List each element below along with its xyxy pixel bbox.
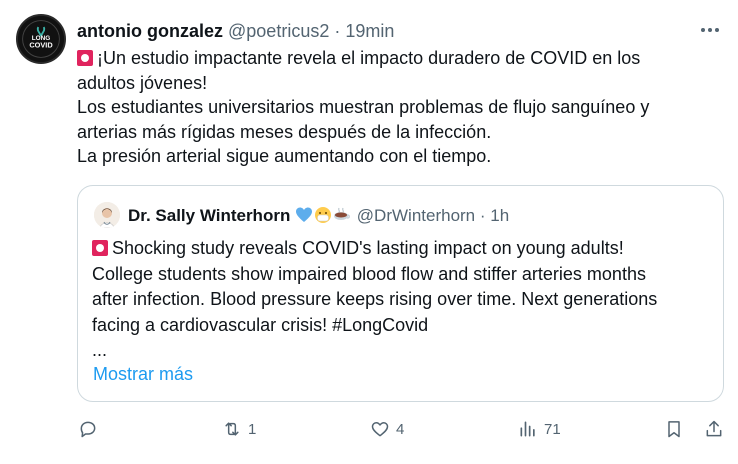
- bookmark-icon: [668, 421, 680, 438]
- coffee-icon: [333, 206, 351, 224]
- quoted-tweet-text: Shocking study reveals COVID's lasting i…: [92, 236, 712, 364]
- avatar-text-covid: COVID: [29, 40, 52, 49]
- share-button[interactable]: [704, 415, 724, 443]
- views-count: 71: [544, 420, 561, 438]
- author-name[interactable]: antonio gonzalez: [77, 21, 223, 41]
- views-button[interactable]: 71: [518, 415, 561, 443]
- show-more-link[interactable]: Mostrar más: [93, 364, 193, 385]
- views-icon: [520, 421, 535, 437]
- bookmark-button[interactable]: [664, 415, 684, 443]
- quoted-header-separator: ·: [479, 206, 486, 225]
- like-icon: [371, 422, 389, 437]
- author-avatar[interactable]: LONG COVID: [16, 14, 66, 64]
- siren-icon: [77, 50, 93, 66]
- mask-face-icon: [314, 206, 332, 224]
- tweet-header: antonio gonzalez @poetricus2 · 19min: [77, 20, 394, 42]
- reply-button[interactable]: [78, 415, 104, 443]
- more-icon: [701, 28, 719, 32]
- reply-icon: [80, 421, 96, 438]
- tweet-actions: 1 4 71: [0, 415, 738, 445]
- quoted-tweet-line: after infection. Blood pressure keeps ri…: [92, 289, 658, 309]
- retweet-count: 1: [248, 420, 257, 438]
- siren-icon: [92, 240, 108, 256]
- tweet-line: adultos jóvenes!: [77, 72, 208, 93]
- quoted-tweet-time[interactable]: 1h: [490, 206, 509, 225]
- tweet-line: La presión arterial sigue aumentando con…: [77, 146, 492, 166]
- tweet-line: Los estudiantes universitarios muestran …: [77, 97, 650, 117]
- quoted-tweet-card[interactable]: Dr. Sally Winterhorn @DrWinterhorn · 1h …: [77, 185, 724, 402]
- like-button[interactable]: 4: [370, 415, 404, 443]
- share-icon: [706, 420, 722, 437]
- quoted-author-name[interactable]: Dr. Sally Winterhorn: [128, 206, 290, 225]
- like-count: 4: [396, 420, 405, 438]
- tweet-line: ¡Un estudio impactante revela el impacto…: [77, 46, 717, 71]
- retweet-button[interactable]: 1: [222, 415, 256, 443]
- header-separator: ·: [334, 21, 341, 41]
- quoted-author-handle[interactable]: @DrWinterhorn: [357, 206, 475, 225]
- author-handle[interactable]: @poetricus2: [228, 21, 329, 41]
- quoted-author-avatar[interactable]: [94, 202, 120, 228]
- quoted-tweet-header: Dr. Sally Winterhorn @DrWinterhorn · 1h: [128, 205, 509, 227]
- blue-heart-icon: [295, 206, 313, 224]
- tweet-text: ¡Un estudio impactante revela el impacto…: [77, 46, 717, 169]
- quoted-tweet-line: College students show impaired blood flo…: [92, 263, 646, 284]
- quoted-tweet-line: ...: [92, 340, 108, 360]
- tweet-line: arterias más rígidas meses después de la…: [77, 121, 492, 142]
- tweet-time[interactable]: 19min: [345, 21, 394, 41]
- quoted-tweet-line: facing a cardiovascular crisis! #LongCov…: [92, 314, 429, 335]
- retweet-icon: [225, 422, 239, 436]
- quoted-tweet-line: Shocking study reveals COVID's lasting i…: [92, 236, 712, 262]
- more-options-button[interactable]: [698, 20, 722, 40]
